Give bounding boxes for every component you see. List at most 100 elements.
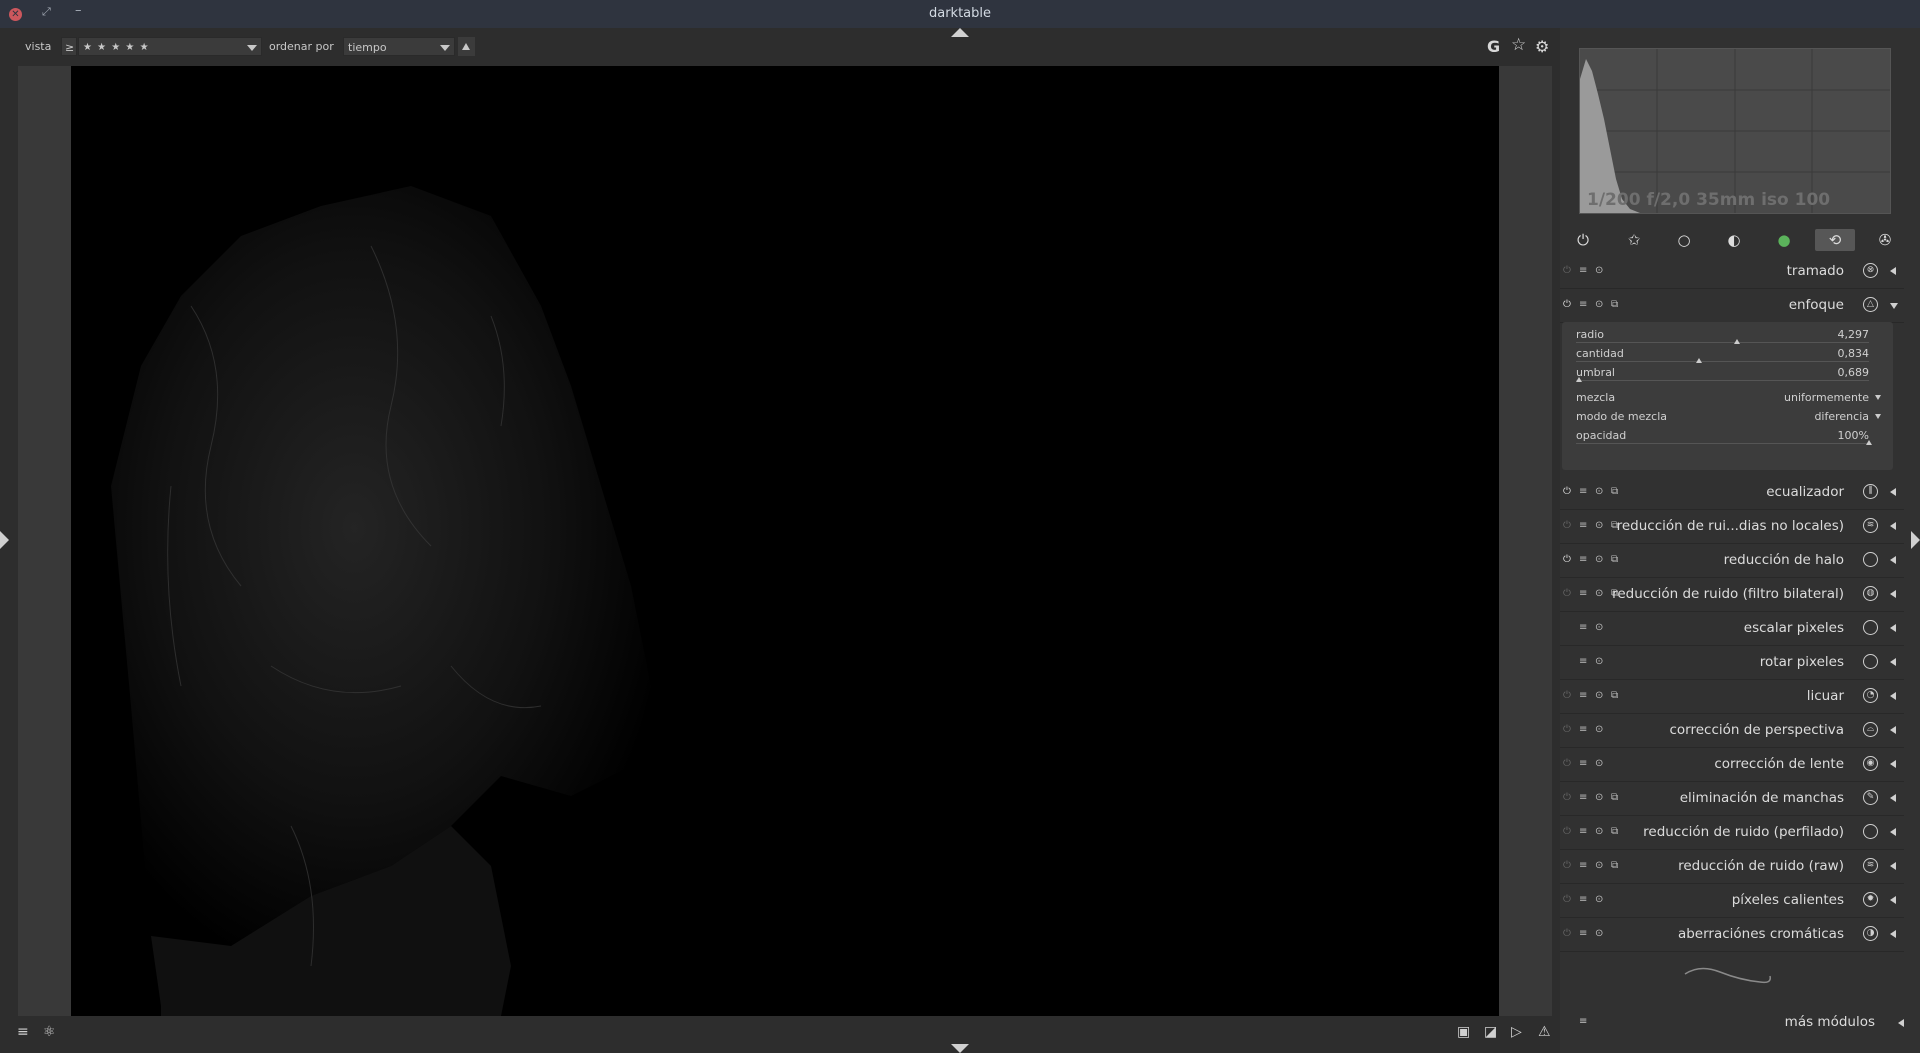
reset-icon[interactable]: ⊙ [1595,622,1603,633]
presets-icon[interactable]: ≡ [1579,826,1587,837]
group-correct-icon[interactable]: ⟲ [1815,229,1855,251]
multi-instance-icon[interactable]: ⧉ [1611,860,1618,871]
softproof-icon[interactable]: ▣ [1457,1024,1470,1040]
rating-comparator[interactable]: ≥ [61,37,77,56]
module-row[interactable]: ⏻ ≡ ⊙ corrección de lente ◉ [1560,748,1904,782]
grouping-icon[interactable]: G [1487,37,1500,56]
module-row[interactable]: ⏻ ≡ ⊙ ⧉ reducción de rui...dias no locales) ≋ [1560,510,1904,544]
presets-icon[interactable]: ≡ [1579,265,1587,276]
slider-knob[interactable] [1734,339,1741,344]
umbral-slider[interactable]: umbral 0,689 [1575,366,1869,382]
power-icon[interactable]: ⏻ [1563,928,1571,939]
expand-arrow-icon[interactable] [1890,522,1896,530]
expand-arrow-icon[interactable] [1890,930,1896,938]
group-favorites-icon[interactable]: ✩ [1614,229,1654,251]
slider-knob[interactable] [1866,440,1872,445]
blend-mode-select[interactable]: modo de mezcla diferencia [1576,410,1881,426]
group-basic-icon[interactable]: ○ [1664,229,1704,251]
power-icon[interactable]: ⏻ [1563,520,1571,531]
presets-icon[interactable]: ≡ [1579,860,1587,871]
reset-icon[interactable]: ⊙ [1595,265,1603,276]
power-icon[interactable]: ⏻ [1563,894,1571,905]
group-effect-icon[interactable]: ✇ [1865,229,1905,251]
module-row[interactable]: ⏻ ≡ ⊙ ⧉ ecualizador ⫼ [1560,476,1904,510]
sort-order-button[interactable] [458,37,475,56]
expand-arrow-icon[interactable] [1890,896,1896,904]
slider-knob[interactable] [1575,377,1582,382]
reset-icon[interactable]: ⊙ [1595,690,1603,701]
reset-icon[interactable]: ⊙ [1595,758,1603,769]
multi-instance-icon[interactable]: ⧉ [1611,690,1618,701]
power-icon[interactable]: ⏻ [1563,792,1571,803]
multi-instance-icon[interactable]: ⧉ [1611,826,1618,837]
power-icon[interactable]: ⏻ [1563,265,1571,276]
more-modules[interactable]: ≡ más módulos [1560,1010,1910,1036]
cantidad-slider[interactable]: cantidad 0,834 [1576,347,1869,363]
module-row[interactable]: ⏻ ≡ ⊙ corrección de perspectiva ⌓ [1560,714,1904,748]
module-row[interactable]: ⏻ ≡ ⊙ ⧉ licuar ◔ [1560,680,1904,714]
power-icon[interactable]: ⏻ [1563,299,1571,310]
presets-icon[interactable]: ≡ [1579,554,1587,565]
presets-icon[interactable]: ≡ [1579,758,1587,769]
opacidad-slider[interactable]: opacidad 100% [1576,429,1872,445]
module-tramado[interactable]: ⏻ ≡ ⊙ tramado ⊗ [1560,255,1904,289]
overlay-star-icon[interactable]: ☆ [1511,35,1526,55]
menu-icon[interactable]: ≡ [17,1024,29,1040]
overexposed-warning-icon[interactable]: ⚠ [1538,1024,1551,1040]
module-row[interactable]: ⏻ ≡ ⊙ ⧉ reducción de ruido (perfilado) [1560,816,1904,850]
presets-icon[interactable]: ≡ [1579,656,1587,667]
power-icon[interactable]: ⏻ [1563,554,1571,565]
mezcla-select[interactable]: mezcla uniformemente [1576,391,1881,407]
multi-instance-icon[interactable]: ⧉ [1611,486,1618,497]
rating-filter-select[interactable]: ★ ★ ★ ★ ★ [78,37,262,56]
power-icon[interactable]: ⏻ [1563,588,1571,599]
reset-icon[interactable]: ⊙ [1595,826,1603,837]
tone-curve-overlay-icon[interactable]: ▷ [1511,1024,1522,1040]
collapse-right-panel-arrow[interactable] [1911,531,1920,549]
presets-icon[interactable]: ≡ [1579,928,1587,939]
reset-icon[interactable]: ⊙ [1595,520,1603,531]
presets-icon[interactable]: ≡ [1579,299,1587,310]
image-preview[interactable] [71,66,1499,1016]
expand-arrow-icon[interactable] [1890,760,1896,768]
power-icon[interactable]: ⏻ [1563,724,1571,735]
expand-arrow-icon[interactable] [1890,267,1896,275]
module-row[interactable]: ⏻ ≡ ⊙ aberraciónes cromáticas ◑ [1560,918,1904,952]
presets-icon[interactable]: ≡ [1579,894,1587,905]
power-icon[interactable]: ⏻ [1563,690,1571,701]
reset-icon[interactable]: ⊙ [1595,588,1603,599]
reset-icon[interactable]: ⊙ [1595,656,1603,667]
power-icon[interactable]: ⏻ [1563,486,1571,497]
reset-icon[interactable]: ⊙ [1595,299,1603,310]
module-row[interactable]: ⏻ ≡ ⊙ ⧉ reducción de ruido (raw) ≋ [1560,850,1904,884]
expand-arrow-icon[interactable] [1890,556,1896,564]
presets-icon[interactable]: ≡ [1579,588,1587,599]
module-row[interactable]: ⏻ ≡ ⊙ píxeles calientes ✹ [1560,884,1904,918]
preferences-gear-icon[interactable]: ⚙ [1535,37,1549,56]
multi-instance-icon[interactable]: ⧉ [1611,792,1618,803]
expand-arrow-icon[interactable] [1890,488,1896,496]
reset-icon[interactable]: ⊙ [1595,894,1603,905]
reset-icon[interactable]: ⊙ [1595,928,1603,939]
presets-icon[interactable]: ≡ [1579,486,1587,497]
reset-icon[interactable]: ⊙ [1595,792,1603,803]
group-active-modules-icon[interactable]: ⏻ [1563,229,1603,251]
module-enfoque[interactable]: ⏻ ≡ ⊙ ⧉ enfoque △ [1560,289,1904,323]
expand-arrow-icon[interactable] [1890,726,1896,734]
presets-icon[interactable]: ≡ [1579,792,1587,803]
power-icon[interactable]: ⏻ [1563,826,1571,837]
radio-slider[interactable]: radio 4,297 [1576,328,1869,344]
collapse-arrow-icon[interactable] [1890,303,1898,309]
expand-arrow-icon[interactable] [1890,590,1896,598]
multi-instance-icon[interactable]: ⧉ [1611,554,1618,565]
slider-knob[interactable] [1696,358,1703,363]
module-row[interactable]: ⏻ ≡ ⊙ ⧉ reducción de ruido (filtro bilateral… [1560,578,1904,612]
gamut-check-icon[interactable]: ◪ [1484,1024,1497,1040]
styles-icon[interactable]: ⚛ [43,1024,56,1040]
reset-icon[interactable]: ⊙ [1595,724,1603,735]
collapse-left-panel-arrow[interactable] [0,531,9,549]
expand-arrow-icon[interactable] [1890,794,1896,802]
presets-icon[interactable]: ≡ [1579,724,1587,735]
group-color-icon[interactable]: ● [1764,229,1804,251]
expand-arrow-icon[interactable] [1890,624,1896,632]
